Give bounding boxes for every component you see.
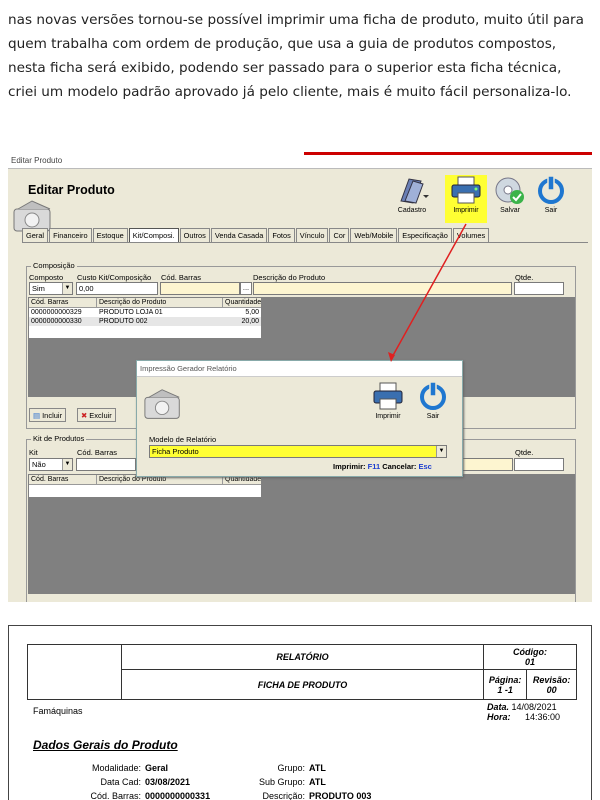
hora-label: Hora: — [487, 712, 511, 722]
report-descricao-label: Descrição: — [262, 791, 305, 800]
modalidade-value: Geral — [145, 763, 169, 773]
hora-value: 14:36:00 — [525, 712, 561, 722]
grupo-row: Grupo: — [209, 763, 305, 773]
report-relatorio: RELATÓRIO — [121, 644, 484, 670]
grupo-value: ATL — [309, 763, 326, 773]
report-ficha: FICHA DE PRODUTO — [121, 669, 484, 700]
report-section-title: Dados Gerais do Produto — [33, 738, 178, 752]
data-value: 14/08/2021 — [511, 702, 557, 712]
descricao-row: Descrição: — [209, 791, 305, 800]
report-empresa: Famáquinas — [33, 706, 83, 716]
revisao-value: 00 — [546, 684, 557, 695]
pagina-value: 1 -1 — [497, 684, 513, 695]
report-cod-barras-value: 0000000000331 — [145, 791, 211, 800]
pagina-label: Página: — [488, 674, 522, 685]
subgrupo-value: ATL — [309, 777, 326, 787]
cod-barras-row: Cód. Barras: — [41, 791, 141, 800]
subgrupo-row: Sub Grupo: — [209, 777, 305, 787]
codigo-value: 01 — [524, 657, 535, 667]
subgrupo-label: Sub Grupo: — [258, 777, 305, 787]
report-descricao-value: PRODUTO 003 — [309, 791, 372, 800]
report-header-table: RELATÓRIO Código: 01 FICHA DE PRODUTO Pá… — [27, 644, 577, 700]
editar-produto-screenshot: Editar Produto Editar Produto Cadastro I… — [8, 152, 592, 602]
modalidade-row: Modalidade: — [41, 763, 141, 773]
grupo-label: Grupo: — [277, 763, 305, 773]
intro-paragraph: nas novas versões tornou-se possível imp… — [8, 12, 584, 100]
modalidade-label: Modalidade: — [91, 763, 141, 773]
revisao-label: Revisão: — [532, 674, 571, 685]
report-preview: RELATÓRIO Código: 01 FICHA DE PRODUTO Pá… — [8, 625, 592, 800]
data-label: Data. — [487, 702, 510, 712]
report-date-time: Data. 14/08/2021 Hora: 14:36:00 — [487, 702, 560, 722]
codigo-label: Código: — [513, 647, 547, 657]
data-cad-row: Data Cad: — [41, 777, 141, 787]
annotation-arrow — [388, 223, 467, 362]
data-cad-label: Data Cad: — [100, 777, 141, 787]
report-cod-barras-label: Cód. Barras: — [90, 791, 141, 800]
data-cad-value: 03/08/2021 — [145, 777, 191, 787]
